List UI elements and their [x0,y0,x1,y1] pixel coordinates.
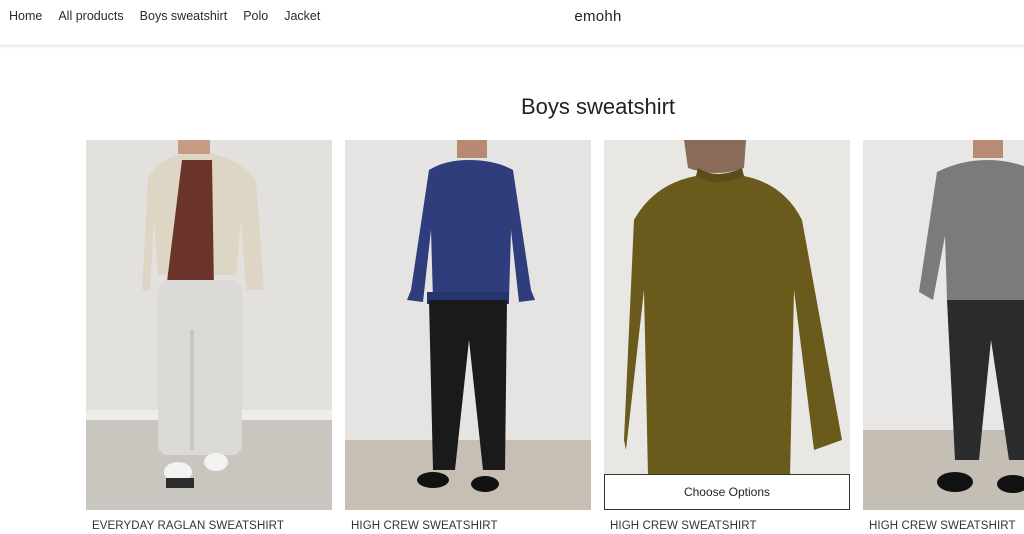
nav-boys-sweatshirt-link[interactable]: Boys sweatshirt [140,9,228,23]
product-card[interactable]: EVERYDAY RAGLAN SWEATSHIRT [86,140,332,532]
product-name[interactable]: HIGH CREW SWEATSHIRT [351,520,498,532]
main-nav: Home All products Boys sweatshirt Polo J… [9,9,336,23]
product-image[interactable] [345,140,591,510]
collection-title: Boys sweatshirt [520,94,676,119]
product-name[interactable]: EVERYDAY RAGLAN SWEATSHIRT [92,520,284,532]
product-name[interactable]: HIGH CREW SWEATSHIRT [869,520,1016,532]
nav-jacket-link[interactable]: Jacket [284,9,320,23]
choose-options-button[interactable]: Choose Options [604,474,850,510]
product-image[interactable] [86,140,332,510]
nav-home-link[interactable]: Home [9,9,42,23]
product-image[interactable]: Choose Options [604,140,850,510]
product-card[interactable]: HIGH CREW SWEATSHIRT [345,140,591,532]
nav-all-products-link[interactable]: All products [58,9,123,23]
product-card[interactable]: HIGH CREW SWEATSHIRT [863,140,1024,532]
brand-logo-text[interactable]: emohh [560,8,636,25]
product-grid: EVERYDAY RAGLAN SWEATSHIRT HIGH CREW SWE… [86,140,1024,534]
nav-polo-link[interactable]: Polo [243,9,268,23]
product-name[interactable]: HIGH CREW SWEATSHIRT [610,520,757,532]
site-header: Home All products Boys sweatshirt Polo J… [0,0,1024,46]
product-image[interactable] [863,140,1024,510]
product-card[interactable]: Choose Options HIGH CREW SWEATSHIRT [604,140,850,532]
